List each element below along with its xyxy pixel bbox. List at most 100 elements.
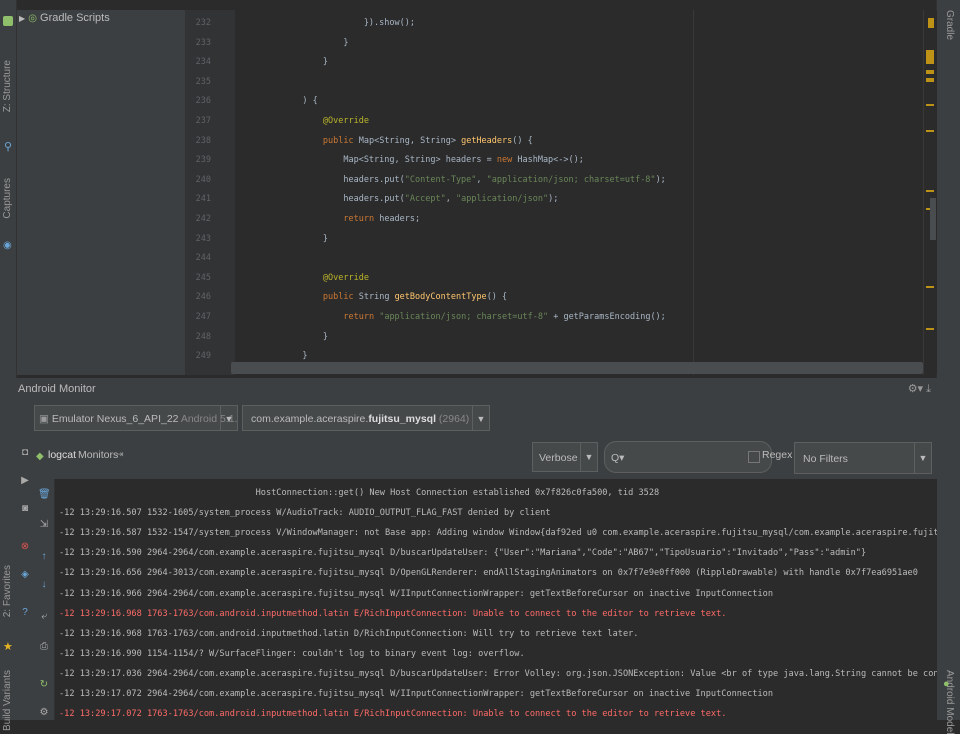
pin-icon[interactable]: ⇥	[116, 449, 124, 460]
chevron-down-icon[interactable]: ▼	[220, 406, 237, 430]
right-margin-guide	[693, 10, 694, 375]
code-line: }	[241, 37, 349, 48]
log-line[interactable]: -12 13:29:16.966 2964-2964/com.example.a…	[59, 589, 773, 599]
clear-log-icon[interactable]: 🗑	[38, 489, 51, 501]
code-line: headers.put("Content-Type", "application…	[241, 174, 666, 185]
gear-icon[interactable]: ⚙▾ ⤓	[908, 378, 931, 400]
code-line: public Map<String, String> getHeaders() …	[322, 135, 533, 146]
line-number: 247	[195, 312, 211, 322]
line-number: 239	[195, 155, 211, 166]
stripe-marker[interactable]	[926, 50, 934, 64]
log-line[interactable]: HostConnection::get() New Host Connectio…	[59, 488, 660, 498]
log-line[interactable]: -12 13:29:16.507 1532-1605/system_proces…	[59, 508, 551, 518]
regex-checkbox[interactable]	[748, 451, 760, 463]
log-line[interactable]: -12 13:29:16.968 1763-1763/com.android.i…	[59, 609, 726, 619]
process-package-app: fujitsu_mysql	[368, 413, 436, 425]
log-line[interactable]: -12 13:29:16.590 2964-2964/com.example.a…	[59, 548, 866, 558]
android-monitor-header: Android Monitor ⚙▾ ⤓	[16, 377, 937, 400]
project-item-label: Gradle Scripts	[40, 12, 110, 24]
code-editor[interactable]: 232 233 234 235 236 237 238 239 240 241 242 243 244 2…	[185, 10, 937, 375]
stripe-marker[interactable]	[926, 286, 934, 288]
line-number: 232	[195, 18, 211, 28]
chevron-down-icon[interactable]: ▼	[472, 406, 489, 430]
star-icon: ★	[3, 641, 13, 653]
stripe-marker[interactable]	[926, 190, 934, 192]
vertical-scrollbar-thumb[interactable]	[930, 198, 936, 240]
left-tool-strip: Z: Structure ⚲ Captures ◉ 2: Favorites ★…	[0, 0, 17, 731]
log-line[interactable]: -12 13:29:16.968 1763-1763/com.android.i…	[59, 629, 638, 639]
filter-dropdown[interactable]: No Filters ▼	[794, 442, 932, 474]
line-gutter: 232 233 234 235 236 237 238 239 240 241 242 243 244 2…	[185, 10, 235, 375]
logcat-output[interactable]: HostConnection::get() New Host Connectio…	[55, 479, 937, 720]
chevron-down-icon[interactable]: ▼	[914, 443, 931, 473]
project-icon[interactable]	[3, 16, 13, 26]
structure-icon: ⚲	[4, 141, 13, 153]
device-name: Emulator Nexus_6_API_22	[51, 413, 179, 425]
right-tool-strip: Gradle Android Model ●	[936, 0, 960, 734]
soft-wrap-icon[interactable]: ⤶	[38, 611, 50, 623]
stripe-marker[interactable]	[926, 70, 934, 74]
editor-error-stripe[interactable]	[923, 10, 937, 375]
print-icon[interactable]: ⎙	[38, 641, 50, 653]
process-dropdown[interactable]: com.example.aceraspire.fujitsu_mysql (29…	[242, 405, 490, 431]
line-number: 249	[195, 351, 211, 362]
code-line: @Override	[322, 272, 369, 283]
filter-value: No Filters	[803, 453, 848, 465]
log-line[interactable]: -12 13:29:16.656 2964-3013/com.example.a…	[59, 568, 918, 578]
tab-captures[interactable]: Captures	[0, 178, 16, 219]
down-arrow-icon[interactable]: ↓	[38, 579, 50, 591]
code-line: ) {	[241, 96, 318, 107]
expand-arrow-icon[interactable]: ▶	[19, 14, 25, 23]
monitor-side-toolbar: ◘ ▶ ◙ ⊗ ◈ ?	[16, 437, 34, 720]
device-dropdown[interactable]: ▣ Emulator Nexus_6_API_22 Android 5.1.1,…	[34, 405, 238, 431]
stripe-marker[interactable]	[926, 78, 934, 82]
screen-record-icon[interactable]: ▶	[19, 475, 31, 487]
code-line: }	[241, 351, 308, 362]
help-icon[interactable]: ?	[19, 607, 31, 619]
line-number: 241	[195, 194, 211, 205]
tab-structure[interactable]: Z: Structure	[0, 60, 16, 112]
search-input[interactable]: Q▾	[604, 441, 772, 473]
line-number: 238	[195, 135, 211, 146]
tab-gradle[interactable]: Gradle	[938, 10, 960, 40]
process-package-prefix: com.example.aceraspire.	[251, 413, 369, 425]
line-number: 244	[195, 253, 211, 264]
gradle-icon: ◎	[28, 13, 37, 24]
line-number: 237	[195, 116, 211, 126]
captures-icon: ◉	[3, 240, 12, 251]
log-level-value: Verbose	[539, 452, 578, 464]
code-line: @Override	[322, 116, 369, 126]
stripe-marker[interactable]	[926, 130, 934, 132]
log-line[interactable]: -12 13:29:16.587 1532-1547/system_proces…	[59, 528, 937, 538]
log-line[interactable]: -12 13:29:16.990 1154-1154/? W/SurfaceFl…	[59, 649, 525, 659]
project-panel: ▶ ◎ Gradle Scripts	[17, 10, 185, 375]
scroll-to-end-icon[interactable]: ⇲	[38, 519, 50, 531]
settings-icon[interactable]: ⚙	[38, 707, 50, 719]
stripe-marker[interactable]	[926, 104, 934, 106]
log-line[interactable]: -12 13:29:17.072 2964-2964/com.example.a…	[59, 689, 773, 699]
search-icon: Q▾	[611, 452, 625, 464]
layout-inspector-icon[interactable]: ◈	[19, 569, 31, 581]
line-number: 234	[195, 57, 211, 68]
screenshot-icon[interactable]: ◘	[19, 447, 31, 459]
project-tree-item[interactable]: ▶ ◎ Gradle Scripts	[17, 10, 185, 27]
line-number: 233	[195, 37, 211, 48]
line-number: 248	[195, 331, 211, 342]
terminate-app-icon[interactable]: ⊗	[19, 541, 31, 553]
stripe-marker[interactable]	[928, 18, 934, 28]
stripe-marker[interactable]	[926, 328, 934, 330]
horizontal-scrollbar[interactable]	[231, 362, 923, 374]
log-line[interactable]: -12 13:29:17.072 1763-1763/com.android.i…	[59, 709, 726, 719]
code-line: }	[241, 233, 328, 244]
chevron-down-icon[interactable]: ▼	[580, 443, 597, 471]
tab-logcat[interactable]: logcat	[48, 449, 76, 461]
restart-icon[interactable]: ↻	[38, 679, 50, 691]
code-line: return "application/json; charset=utf-8"…	[343, 312, 666, 322]
tab-build-variants[interactable]: Build Variants	[0, 670, 16, 731]
up-arrow-icon[interactable]: ↑	[38, 551, 50, 563]
tab-monitors[interactable]: Monitors	[78, 449, 118, 461]
tab-favorites[interactable]: 2: Favorites	[0, 565, 16, 617]
system-info-icon[interactable]: ◙	[19, 503, 31, 515]
log-level-dropdown[interactable]: Verbose ▼	[532, 442, 598, 472]
log-line[interactable]: -12 13:29:17.036 2964-2964/com.example.a…	[59, 669, 937, 679]
